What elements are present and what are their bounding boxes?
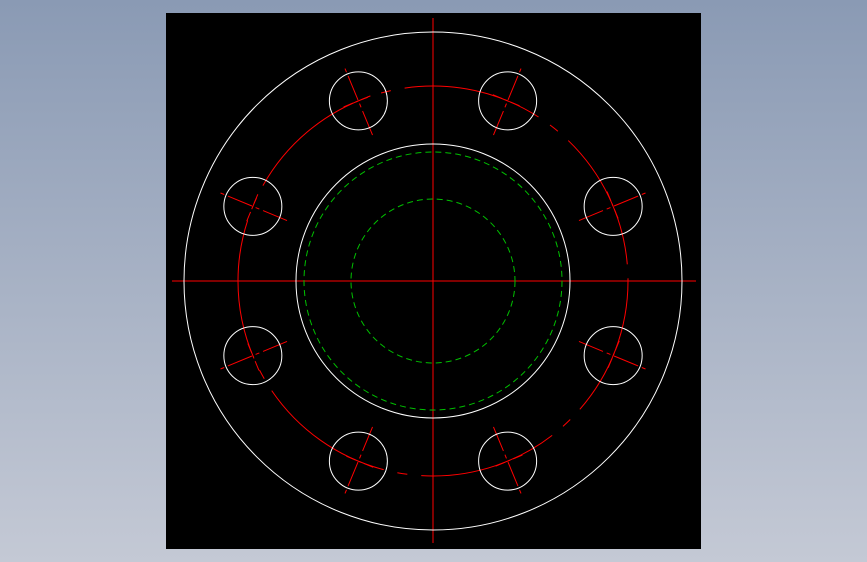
bolt-hole-2-tangent-centerline [492,94,523,108]
flange-drawing [172,18,696,543]
bolt-hole-1-tangent-centerline [606,191,620,222]
bolt-hole-7-tangent-centerline [492,454,523,468]
bolt-hole-5-tangent-centerline [246,340,260,371]
bolt-hole-4-tangent-centerline [246,191,260,222]
drawing-canvas[interactable] [166,13,701,549]
centerlines-group [172,18,696,543]
bolt-hole-3-tangent-centerline [343,94,374,108]
bolt-hole-6-tangent-centerline [343,454,374,468]
